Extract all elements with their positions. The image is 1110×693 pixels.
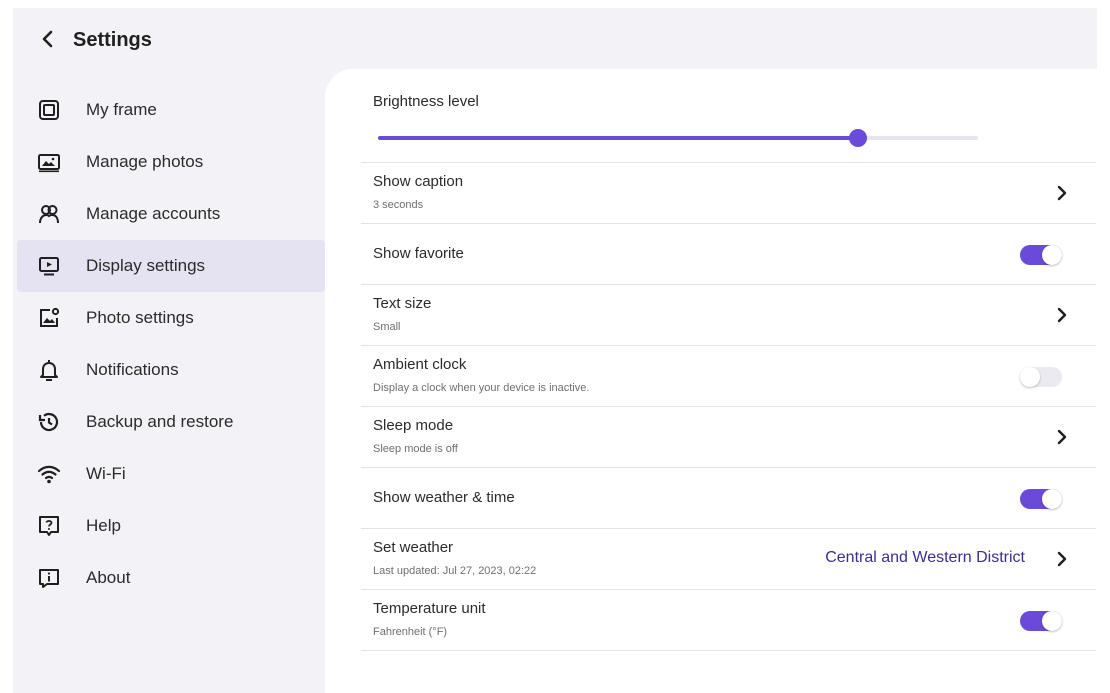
sidebar-item-label: About (86, 568, 131, 587)
sidebar-item-label: Display settings (86, 256, 206, 275)
sidebar-item-display-settings[interactable]: Display settings (17, 240, 325, 292)
row-temperature-unit[interactable]: Temperature unit Fahrenheit (°F) (361, 590, 1096, 650)
sidebar-item-notifications[interactable]: Notifications (17, 344, 325, 396)
row-show-favorite[interactable]: Show favorite (361, 224, 1096, 284)
row-title: Show caption (373, 173, 464, 190)
show-weather-toggle[interactable] (1020, 489, 1062, 509)
sidebar-item-my-frame[interactable]: My frame (17, 84, 325, 136)
backup-icon (37, 410, 61, 434)
sidebar-item-backup-restore[interactable]: Backup and restore (17, 396, 325, 448)
slider-fill (378, 136, 858, 140)
chevron-left-icon (42, 30, 53, 48)
bell-icon (37, 358, 61, 382)
back-button[interactable] (37, 28, 59, 50)
weather-location-value: Central and Western District (825, 549, 1025, 566)
sidebar-item-label: Manage accounts (86, 204, 221, 223)
row-title: Show favorite (373, 245, 464, 262)
row-subtitle: Last updated: Jul 27, 2023, 02:22 (373, 565, 537, 577)
row-subtitle: Sleep mode is off (373, 443, 458, 455)
toggle-knob (1042, 245, 1062, 265)
sidebar-item-label: Wi-Fi (86, 464, 126, 483)
sidebar-item-label: Backup and restore (86, 412, 234, 431)
row-show-weather[interactable]: Show weather & time (361, 468, 1096, 528)
sidebar-item-about[interactable]: About (17, 552, 325, 604)
toggle-knob (1042, 489, 1062, 509)
toggle-knob (1042, 611, 1062, 631)
chevron-right-icon (1057, 551, 1067, 567)
row-title: Text size (373, 295, 432, 312)
row-subtitle: 3 seconds (373, 199, 424, 211)
chevron-right-icon (1057, 307, 1067, 323)
page-title: Settings (73, 29, 152, 51)
row-title: Set weather (373, 539, 454, 556)
help-icon (37, 514, 61, 538)
sidebar-item-label: Manage photos (86, 152, 204, 171)
chevron-right-icon (1057, 185, 1067, 201)
row-show-caption[interactable]: Show caption 3 seconds (361, 163, 1096, 223)
chevron-right-icon (1057, 429, 1067, 445)
accounts-icon (37, 202, 61, 226)
sidebar: My frame Manage photos Manage accounts D… (13, 84, 325, 604)
row-text-size[interactable]: Text size Small (361, 285, 1096, 345)
row-ambient-clock[interactable]: Ambient clock Display a clock when your … (361, 346, 1096, 406)
settings-window: Settings My frame Manage photos Manage a… (13, 8, 1097, 693)
brightness-slider[interactable] (378, 129, 978, 147)
display-settings-panel: Brightness level Show caption 3 seconds … (325, 69, 1097, 693)
row-set-weather[interactable]: Set weather Last updated: Jul 27, 2023, … (361, 529, 1096, 589)
sidebar-item-photo-settings[interactable]: Photo settings (17, 292, 325, 344)
row-title: Ambient clock (373, 356, 467, 373)
sidebar-item-help[interactable]: Help (17, 500, 325, 552)
row-sleep-mode[interactable]: Sleep mode Sleep mode is off (361, 407, 1096, 467)
sidebar-item-label: Help (86, 516, 121, 535)
toggle-knob (1020, 367, 1040, 387)
temperature-unit-toggle[interactable] (1020, 611, 1062, 631)
sidebar-item-manage-accounts[interactable]: Manage accounts (17, 188, 325, 240)
sidebar-item-wifi[interactable]: Wi-Fi (17, 448, 325, 500)
sidebar-item-label: Notifications (86, 360, 179, 379)
frame-icon (37, 98, 61, 122)
ambient-clock-toggle[interactable] (1020, 367, 1062, 387)
row-subtitle: Small (373, 321, 401, 333)
top-bar: Settings (13, 8, 1097, 68)
wifi-icon (37, 462, 61, 486)
brightness-label: Brightness level (373, 93, 479, 110)
row-title: Sleep mode (373, 417, 454, 434)
display-icon (37, 254, 61, 278)
info-icon (37, 566, 61, 590)
row-title: Show weather & time (373, 489, 515, 506)
sidebar-item-manage-photos[interactable]: Manage photos (17, 136, 325, 188)
row-subtitle: Fahrenheit (°F) (373, 626, 448, 638)
sidebar-item-label: Photo settings (86, 308, 194, 327)
row-title: Temperature unit (373, 600, 486, 617)
show-favorite-toggle[interactable] (1020, 245, 1062, 265)
photos-icon (37, 150, 61, 174)
sidebar-item-label: My frame (86, 100, 157, 119)
slider-thumb[interactable] (849, 129, 867, 147)
row-subtitle: Display a clock when your device is inac… (373, 382, 590, 394)
divider (361, 650, 1096, 651)
photo-settings-icon (37, 306, 61, 330)
